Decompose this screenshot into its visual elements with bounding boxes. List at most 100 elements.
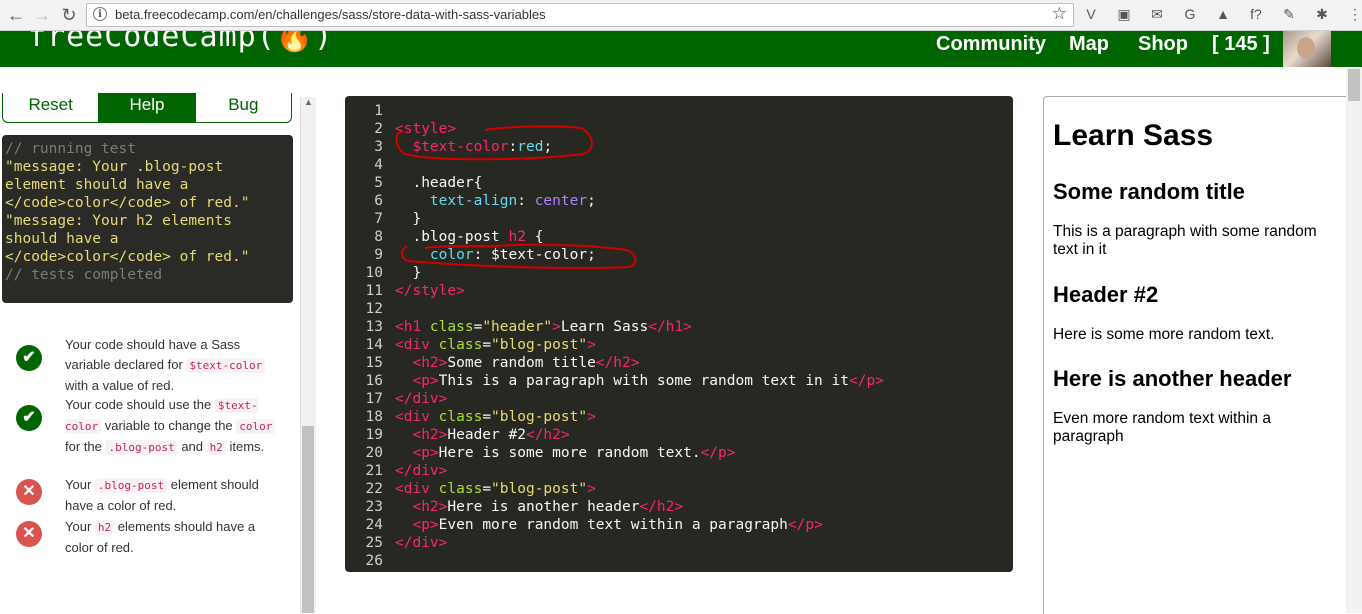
code-line[interactable]: $text-color:red; [395,138,552,156]
info-icon[interactable]: i [93,7,107,21]
line-number: 7 [374,211,383,227]
x-icon: ✕ [16,521,42,547]
console-line: // tests completed [5,267,163,283]
url-text: beta.freecodecamp.com/en/challenges/sass… [115,7,546,22]
code-line[interactable]: <style> [395,120,456,138]
line-number: 13 [365,319,383,335]
nav-community-link[interactable]: Community [936,33,1046,56]
preview-heading: Here is another header [1053,366,1292,391]
eyedropper-icon[interactable]: ✎ [1280,5,1298,23]
test-description: Your h2 elements should have a color of … [65,519,256,555]
challenge-sidebar: Reset Help Bug // running test "message: … [0,67,300,613]
mail-icon[interactable]: ✉ [1148,5,1166,23]
code-line[interactable]: .blog-post h2 { [395,228,543,246]
line-number: 19 [365,427,383,443]
address-bar[interactable]: i beta.freecodecamp.com/en/challenges/sa… [86,3,1074,27]
line-number: 9 [374,247,383,263]
line-number: 20 [365,445,383,461]
console-line: element should have a [5,177,189,193]
reset-button[interactable]: Reset [3,93,100,122]
settings-gear-icon[interactable]: ✱ [1313,5,1331,23]
line-number: 11 [365,283,383,299]
site-navbar: freeCodeCamp(🔥) Community Map Shop [ 145… [0,31,1362,67]
line-number: 3 [374,139,383,155]
preview-title: Learn Sass [1053,119,1214,152]
line-number: 4 [374,157,383,173]
x-icon: ✕ [16,479,42,505]
preview-heading: Some random title [1053,179,1245,204]
code-line[interactable]: <h2>Header #2</h2> [395,426,569,444]
help-button[interactable]: Help [99,93,196,122]
code-line[interactable]: </div> [395,390,447,408]
line-number: 22 [365,481,383,497]
menu-icon[interactable]: ⋮ [1346,5,1362,23]
output-console: // running test "message: Your .blog-post… [2,135,293,303]
preview-paragraph: Here is some more random text. [1053,326,1275,343]
code-line[interactable]: <p>Even more random text within a paragr… [395,516,822,534]
forward-arrow-icon[interactable]: → [30,3,54,27]
console-line: </code>color</code> of red." [5,249,250,265]
line-number: 12 [365,301,383,317]
code-line[interactable]: </div> [395,534,447,552]
code-line[interactable]: } [395,210,421,228]
console-line: // running test [5,141,136,157]
control-buttons: Reset Help Bug [2,93,292,123]
code-line[interactable]: <p>Here is some more random text.</p> [395,444,735,462]
scroll-up-arrow-icon[interactable]: ▲ [304,97,313,107]
line-number: 16 [365,373,383,389]
code-line[interactable]: <div class="blog-post"> [395,408,596,426]
line-number: 21 [365,463,383,479]
sidebar-scrollbar[interactable]: ▲ [300,97,316,613]
page-scrollbar-thumb[interactable] [1348,69,1360,101]
vpn-icon[interactable]: V [1082,5,1100,23]
preview-paragraph: Even more random text within a paragraph [1053,410,1271,445]
console-line: "message: Your .blog-post [5,159,224,175]
line-number: 26 [365,553,383,569]
line-number: 24 [365,517,383,533]
code-line[interactable]: color: $text-color; [395,246,596,264]
code-line[interactable]: } [395,264,421,282]
code-line[interactable]: <p>This is a paragraph with some random … [395,372,883,390]
nav-shop-link[interactable]: Shop [1138,33,1188,56]
line-number: 17 [365,391,383,407]
code-line[interactable]: <div class="blog-post"> [395,336,596,354]
line-number: 18 [365,409,383,425]
code-line[interactable]: text-align: center; [395,192,596,210]
code-line[interactable]: </style> [395,282,465,300]
nav-map-link[interactable]: Map [1069,33,1109,56]
code-line[interactable]: </div> [395,462,447,480]
page-scrollbar[interactable] [1346,67,1362,613]
back-arrow-icon[interactable]: ← [4,3,28,27]
console-line: </code>color</code> of red." [5,195,250,211]
code-line[interactable]: .header{ [395,174,482,192]
scrollbar-thumb[interactable] [302,426,314,613]
code-line[interactable]: <div class="blog-post"> [395,480,596,498]
fcc-logo[interactable]: freeCodeCamp(🔥) [28,31,333,54]
line-number: 15 [365,355,383,371]
bookmark-star-icon[interactable]: ☆ [1052,4,1067,24]
line-number: 23 [365,499,383,515]
test-description: Your .blog-post element should have a co… [65,477,259,513]
points-counter[interactable]: [ 145 ] [1212,33,1270,56]
drive-icon[interactable]: ▲ [1214,5,1232,23]
preview-paragraph: This is a paragraph with some random tex… [1053,223,1317,258]
translate-icon[interactable]: G [1181,5,1199,23]
line-number: 1 [374,103,383,119]
browser-toolbar: ← → ↻ i beta.freecodecamp.com/en/challen… [0,0,1362,31]
whatfont-icon[interactable]: f? [1247,5,1265,23]
check-icon: ✔ [16,405,42,431]
test-description: Your code should have a Sass variable de… [65,335,277,396]
code-editor[interactable]: 1 2 <style> 3 $text-color:red; 4 5 .header{6 … [345,96,1013,572]
line-number: 25 [365,535,383,551]
test-description: Your code should use the $text-color var… [65,395,277,458]
reload-icon[interactable]: ↻ [57,3,81,27]
bug-button[interactable]: Bug [196,93,291,122]
reader-icon[interactable]: ▣ [1115,5,1133,23]
avatar[interactable] [1283,31,1331,67]
code-line[interactable]: <h2>Some random title</h2> [395,354,639,372]
check-icon: ✔ [16,345,42,371]
code-line[interactable]: <h2>Here is another header</h2> [395,498,683,516]
preview-heading: Header #2 [1053,282,1159,307]
code-line[interactable]: <h1 class="header">Learn Sass</h1> [395,318,692,336]
line-number: 10 [365,265,383,281]
